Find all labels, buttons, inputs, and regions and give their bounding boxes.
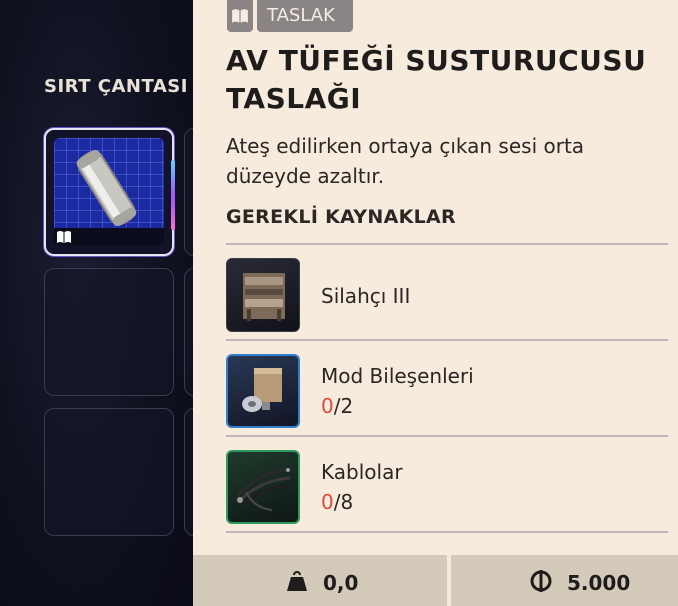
workbench-icon <box>226 258 300 332</box>
requirement-quantity: 0/2 <box>321 394 353 418</box>
item-detail-panel: TASLAK AV TÜFEĞİ SUSTURUCUSU TASLAĞI Ate… <box>193 0 678 606</box>
mod-components-icon <box>226 354 300 428</box>
badge-icon-box <box>227 0 253 32</box>
inventory-slot[interactable] <box>44 408 174 536</box>
inventory-slot[interactable] <box>184 408 193 536</box>
rarity-edge <box>171 160 175 230</box>
requirement-name: Mod Bileşenleri <box>321 364 474 388</box>
book-icon <box>232 9 248 23</box>
divider <box>226 531 668 533</box>
inventory-panel: SIRT ÇANTASI <box>0 0 193 606</box>
price-value: 5.000 <box>567 571 631 595</box>
quantity-have: 0 <box>321 490 334 514</box>
weight-icon <box>287 571 307 591</box>
item-description: Ateş edilirken ortaya çıkan sesi orta dü… <box>226 134 585 188</box>
requirement-row: Mod Bileşenleri 0/2 <box>226 340 668 436</box>
item-title: AV TÜFEĞİ SUSTURUCUSU TASLAĞI <box>226 44 647 115</box>
type-badge: TASLAK <box>257 0 353 32</box>
requirement-name: Silahçı III <box>321 284 411 308</box>
coin-icon <box>530 570 552 592</box>
footer-divider <box>447 555 451 606</box>
inventory-slot[interactable] <box>184 128 193 256</box>
inventory-title: SIRT ÇANTASI <box>44 76 188 97</box>
requirement-name: Kablolar <box>321 460 403 484</box>
requirement-row: Silahçı III <box>226 244 668 340</box>
cables-icon <box>226 450 300 524</box>
requirement-row: Kablolar 0/8 <box>226 436 668 532</box>
quantity-have: 0 <box>321 394 334 418</box>
requirement-quantity: 0/8 <box>321 490 353 514</box>
requirements-heading: GEREKLİ KAYNAKLAR <box>226 206 456 228</box>
silencer-icon <box>76 149 137 227</box>
inventory-slot[interactable] <box>44 268 174 396</box>
quantity-need: /2 <box>333 394 354 418</box>
quantity-need: /8 <box>333 490 354 514</box>
blueprint-thumbnail <box>54 138 164 228</box>
inventory-slot[interactable] <box>184 268 193 396</box>
book-icon <box>57 231 71 243</box>
weight-value: 0,0 <box>323 571 359 595</box>
item-footer: 0,0 5.000 <box>193 555 678 606</box>
inventory-slot-selected[interactable] <box>44 128 175 256</box>
